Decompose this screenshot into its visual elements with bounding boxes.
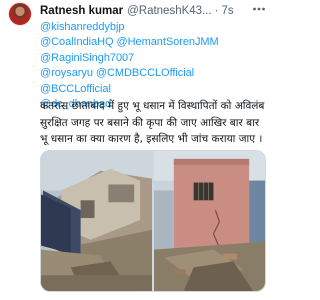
tweet-photo-collapsed-house[interactable] (41, 151, 152, 291)
tweet-photo-cracked-building[interactable] (154, 151, 265, 291)
mention-link[interactable]: @RaginiSingh7007 (40, 51, 268, 66)
author-handle[interactable]: @RatneshK43... (127, 2, 212, 20)
tweet[interactable]: Ratnesh kumar @RatneshK43... · 7s @kisha… (0, 0, 272, 300)
author-name[interactable]: Ratnesh kumar (40, 2, 123, 20)
tweet-media[interactable] (40, 150, 266, 292)
mention-link[interactable]: @BCCLofficial (40, 82, 268, 97)
tweet-header: Ratnesh kumar @RatneshK43... · 7s (40, 2, 266, 20)
mention-link[interactable]: @CoalIndiaHQ @HemantSorenJMM (40, 35, 268, 50)
mention-link[interactable]: @roysaryu @CMDBCCLOfficial (40, 66, 268, 81)
header-separator: · (214, 5, 219, 17)
mention-link[interactable]: @kishanreddybjp (40, 20, 268, 35)
tweet-text: कतरास छाताबाद में हुए भू धसान में विस्था… (40, 100, 265, 145)
tweet-time[interactable]: 7s (222, 2, 234, 20)
more-options-icon[interactable] (250, 0, 268, 18)
author-avatar[interactable] (8, 2, 32, 26)
